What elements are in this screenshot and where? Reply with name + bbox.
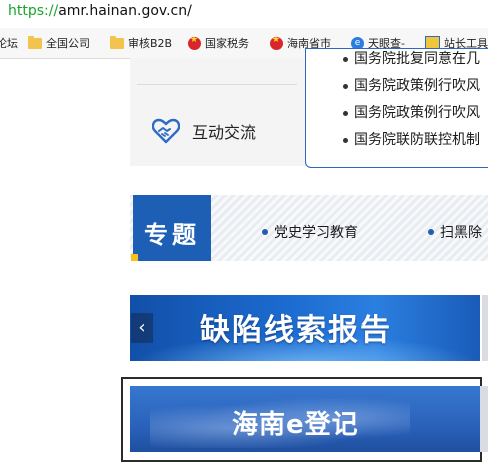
bookmark-shenhe-b2b[interactable]: 审核B2B [110,35,172,51]
bookmark-guojia-shuiwu[interactable]: 国家税务 [188,35,249,51]
bookmark-label: 国家税务 [205,37,249,50]
bookmark-label: 论坛 [0,37,18,50]
news-item[interactable]: 国务院批复同意在几 [340,46,480,73]
e-register-title: 海南e登记 [232,410,359,440]
news-item[interactable]: 国务院政策例行吹风 [340,73,480,100]
news-item[interactable]: 国务院联防联控机制 [340,127,480,154]
news-item[interactable]: 国务院政策例行吹风 [340,100,480,127]
interact-link[interactable]: 互动交流 [152,118,256,144]
topic-link-label: 党史学习教育 [274,225,358,241]
carousel-next-peek [482,295,488,361]
side-panel [130,58,306,166]
folder-icon [110,35,124,49]
topic-link-saohei[interactable]: 扫黑除 [428,222,482,242]
news-item-text: 国务院批复同意在几 [354,51,480,67]
news-item-text: 国务院联防联控机制 [354,132,480,148]
topic-title: 专题 [144,221,200,249]
side-divider [137,84,297,85]
address-bar[interactable]: https://amr.hainan.gov.cn/ [0,0,488,29]
url-host: amr.hainan.gov.cn/ [58,3,192,19]
bookmark-label: 全国公司 [46,37,90,50]
news-item-text: 国务院政策例行吹风 [354,105,480,121]
emblem-icon [188,35,201,50]
news-list: 国务院批复同意在几 国务院政策例行吹风 国务院政策例行吹风 国务院联防联控机制 [340,46,480,154]
bullet-dot-icon [262,229,268,235]
topic-link-label: 扫黑除 [440,225,482,241]
bookmark-quanguo-gongsi[interactable]: 全国公司 [28,35,90,51]
topic-tab-corner [131,254,138,261]
carousel-prev-button[interactable]: ‹ [131,313,153,343]
bullet-dot-icon [428,229,434,235]
bookmark-label: 审核B2B [128,37,173,50]
bookmark-luntan[interactable]: 论坛 [0,35,18,51]
news-item-text: 国务院政策例行吹风 [354,78,480,94]
interact-label: 互动交流 [192,123,257,142]
emblem-icon [270,35,283,50]
topic-link-dangshi[interactable]: 党史学习教育 [262,222,358,242]
url-scheme: https:// [8,3,59,19]
defect-report-title: 缺陷线索报告 [200,313,392,348]
folder-icon [28,35,42,49]
url-text[interactable]: https://amr.hainan.gov.cn/ [8,1,192,21]
e-register-side-peek [480,386,488,452]
handshake-heart-icon [152,118,180,144]
